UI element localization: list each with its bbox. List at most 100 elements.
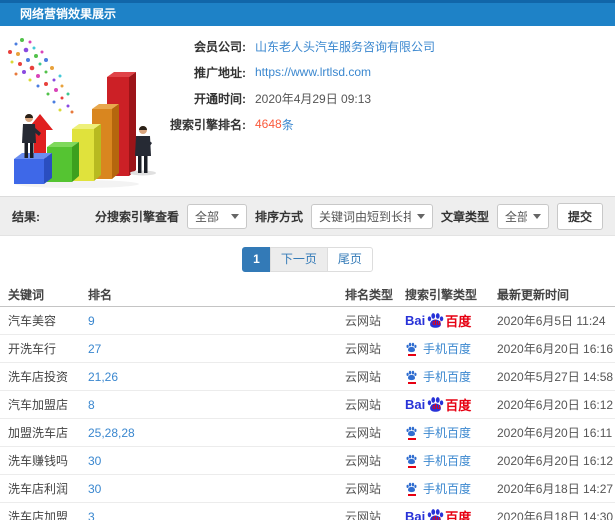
article-type-label: 文章类型 (440, 209, 489, 224)
caret-down-icon (416, 213, 425, 219)
rank-type-cell: 云网站 (345, 342, 382, 356)
last-page-button[interactable]: 尾页 (326, 247, 373, 272)
info-row-open-time: 开通时间: 2020年4月29日 09:13 (0, 90, 615, 106)
keyword-cell: 汽车美容 (8, 314, 57, 328)
table-header-row: 关键词 排名 排名类型 搜索引擎类型 最新更新时间 (0, 282, 615, 307)
table-row: 洗车店加盟 3 云网站 Bai du 百度 手机百度 2020年6月18日 14… (0, 503, 615, 520)
engine-cell: Bai du 百度 手机百度 (405, 424, 497, 441)
col-keyword: 关键词 (8, 287, 45, 302)
promotion-url-link[interactable]: https://www.lrtlsd.com (255, 65, 371, 79)
updated-cell: 2020年6月20日 16:12 (497, 398, 614, 412)
url-label: 推广地址: (194, 65, 246, 80)
company-info-panel: 会员公司: 山东老人头汽车服务咨询有限公司 推广地址: https://www.… (0, 38, 615, 142)
open-time-label: 开通时间: (194, 91, 246, 106)
caret-down-icon (230, 213, 239, 219)
keyword-cell: 洗车店加盟 (8, 510, 69, 520)
keyword-cell: 汽车加盟店 (8, 398, 69, 412)
rank-link[interactable]: 3 (88, 510, 345, 520)
company-link[interactable]: 山东老人头汽车服务咨询有限公司 (255, 38, 435, 55)
updated-cell: 2020年6月5日 11:24 (497, 314, 606, 328)
mobile-paw-icon (405, 342, 418, 356)
info-row-url: 推广地址: https://www.lrtlsd.com (0, 64, 615, 80)
engine-cell: Bai du 百度 手机百度 (405, 395, 497, 414)
mobile-paw-icon (405, 482, 418, 496)
engine-view-select[interactable]: 全部 (186, 203, 247, 229)
rank-type-cell: 云网站 (345, 314, 382, 328)
engine-cell: Bai du 百度 手机百度 (405, 340, 497, 357)
mobile-baidu-icon: 手机百度 (405, 340, 471, 357)
engine-cell: Bai du 百度 手机百度 (405, 480, 497, 497)
keyword-ranking-table: 关键词 排名 排名类型 搜索引擎类型 最新更新时间 汽车美容 9 云网站 Bai… (0, 282, 615, 520)
engine-cell: Bai du 百度 手机百度 (405, 368, 497, 385)
table-row: 加盟洗车店 25,28,28 云网站 Bai du 百度 手机百度 2020年6… (0, 419, 615, 447)
rank-type-cell: 云网站 (345, 398, 382, 412)
page-1-button[interactable]: 1 (242, 247, 271, 272)
rank-type-cell: 云网站 (345, 482, 382, 496)
engine-cell: Bai du 百度 手机百度 (405, 452, 497, 469)
rank-type-cell: 云网站 (345, 454, 382, 468)
baidu-logo: Bai du 百度 (405, 396, 472, 413)
updated-cell: 2020年5月27日 14:58 (497, 370, 614, 384)
mobile-paw-icon (405, 370, 418, 384)
rank-link[interactable]: 9 (88, 314, 345, 328)
sort-select[interactable]: 关键词由短到长排序 (310, 203, 433, 229)
updated-cell: 2020年6月18日 14:30 (497, 510, 614, 520)
table-row: 开洗车行 27 云网站 Bai du 百度 手机百度 2020年6月20日 16… (0, 335, 615, 363)
engine-cell: Bai du 百度 手机百度 (405, 507, 497, 520)
marketing-dashboard: 网络营销效果展示 会员公司: 山东老人头汽车服务咨询有限公司 推广地址: htt… (0, 0, 615, 520)
engine-cell: Bai du 百度 手机百度 (405, 311, 497, 330)
article-type-select[interactable]: 全部 (496, 203, 549, 229)
engine-rank-unit: 条 (281, 117, 294, 132)
rank-link[interactable]: 8 (88, 398, 345, 412)
baidu-logo: Bai du 百度 (405, 312, 472, 329)
summary-section: 会员公司: 山东老人头汽车服务咨询有限公司 推广地址: https://www.… (0, 26, 615, 196)
company-label: 会员公司: (194, 39, 246, 54)
updated-cell: 2020年6月20日 16:16 (497, 342, 614, 356)
rank-link[interactable]: 25,28,28 (88, 426, 345, 440)
baidu-paw-icon: du (426, 312, 445, 329)
open-time-value: 2020年4月29日 09:13 (255, 91, 372, 106)
baidu-paw-icon: du (426, 508, 445, 520)
keyword-cell: 洗车赚钱吗 (8, 454, 69, 468)
table-row: 汽车加盟店 8 云网站 Bai du 百度 手机百度 2020年6月20日 16… (0, 391, 615, 419)
updated-cell: 2020年6月20日 16:11 (497, 426, 613, 440)
rank-link[interactable]: 27 (88, 342, 345, 356)
rank-link[interactable]: 30 (88, 482, 345, 496)
updated-cell: 2020年6月20日 16:12 (497, 454, 614, 468)
result-label: 结果: (12, 209, 40, 224)
table-row: 洗车赚钱吗 30 云网站 Bai du 百度 手机百度 2020年6月20日 1… (0, 447, 615, 475)
rank-type-cell: 云网站 (345, 370, 382, 384)
table-row: 洗车店利润 30 云网站 Bai du 百度 手机百度 2020年6月18日 1… (0, 475, 615, 503)
rank-type-cell: 云网站 (345, 510, 382, 520)
keyword-cell: 洗车店利润 (8, 482, 69, 496)
engine-rank-count: 4648 (255, 117, 282, 131)
filter-bar: 结果: 分搜索引擎查看 全部 排序方式 关键词由短到长排序 文章类型 全部 提交 (0, 196, 615, 236)
info-row-engine-rank: 搜索引擎排名: 4648 条 (0, 116, 615, 132)
filter-controls: 分搜索引擎查看 全部 排序方式 关键词由短到长排序 文章类型 全部 提交 (94, 202, 603, 230)
table-row: 汽车美容 9 云网站 Bai du 百度 手机百度 2020年6月5日 11:2… (0, 307, 615, 335)
col-engine-type: 搜索引擎类型 (405, 287, 478, 302)
mobile-paw-icon (405, 454, 418, 468)
page-title: 网络营销效果展示 (20, 7, 117, 21)
next-page-button[interactable]: 下一页 (269, 247, 328, 272)
rank-link[interactable]: 30 (88, 454, 345, 468)
sort-label: 排序方式 (254, 209, 303, 224)
mobile-baidu-icon: 手机百度 (405, 368, 471, 385)
mobile-baidu-icon: 手机百度 (405, 424, 471, 441)
keyword-cell: 洗车店投资 (8, 370, 69, 384)
baidu-paw-icon: du (426, 396, 445, 413)
rank-link[interactable]: 21,26 (88, 370, 345, 384)
engine-view-label: 分搜索引擎查看 (94, 209, 179, 224)
submit-button[interactable]: 提交 (556, 202, 603, 230)
info-row-company: 会员公司: 山东老人头汽车服务咨询有限公司 (0, 38, 615, 54)
table-row: 洗车店投资 21,26 云网站 Bai du 百度 手机百度 2020年5月27… (0, 363, 615, 391)
mobile-baidu-icon: 手机百度 (405, 452, 471, 469)
engine-rank-label: 搜索引擎排名: (170, 117, 246, 132)
col-rank-type: 排名类型 (345, 287, 394, 302)
col-rank: 排名 (88, 287, 113, 302)
baidu-logo: Bai du 百度 (405, 507, 471, 520)
caret-down-icon (532, 213, 541, 219)
col-updated: 最新更新时间 (497, 287, 570, 302)
keyword-cell: 加盟洗车店 (8, 426, 69, 440)
rank-type-cell: 云网站 (345, 426, 382, 440)
